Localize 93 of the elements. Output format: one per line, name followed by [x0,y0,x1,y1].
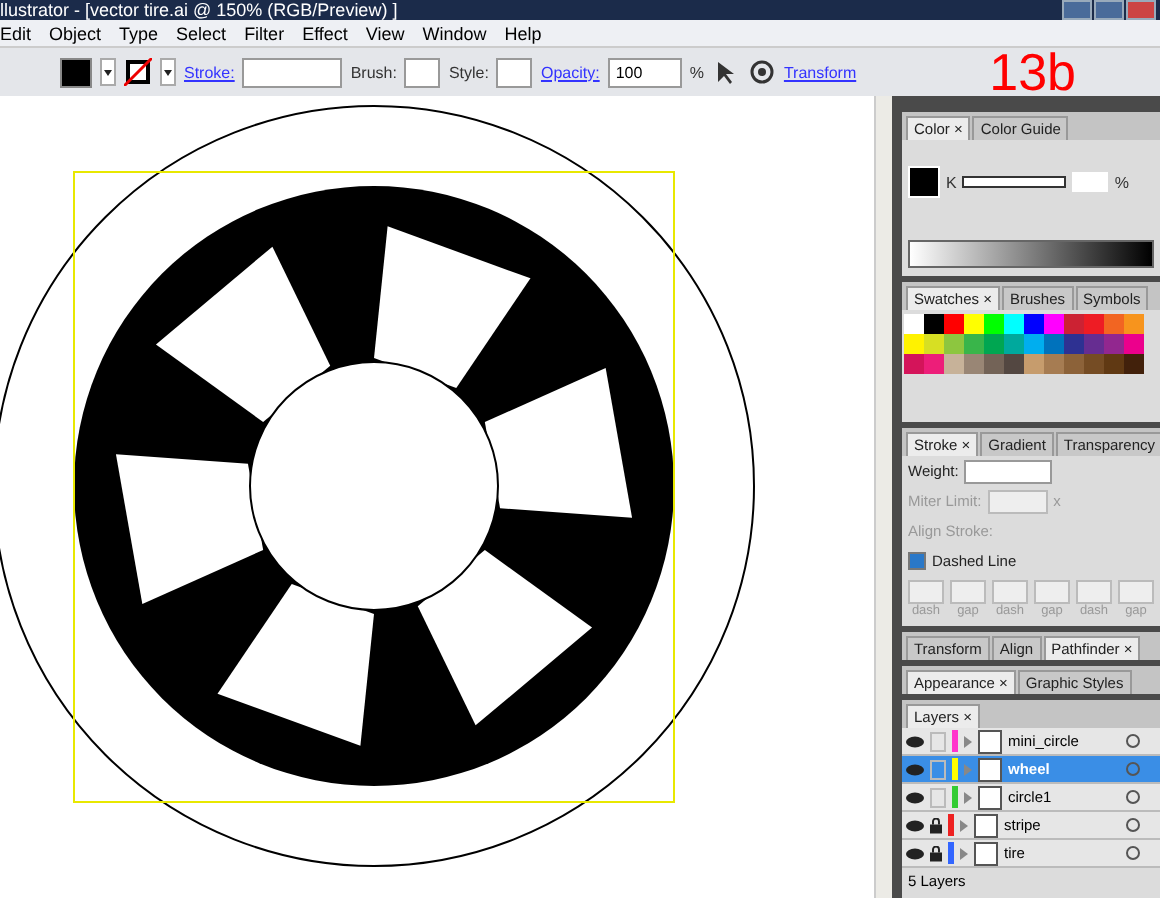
dash-field[interactable] [992,580,1028,604]
color-swatch[interactable] [904,354,924,374]
layer-thumbnail [978,785,1002,809]
color-swatch[interactable] [964,314,984,334]
target-circle[interactable] [1126,818,1140,832]
color-ramp[interactable] [908,240,1154,268]
layer-thumbnail [974,841,998,865]
lock-toggle[interactable] [930,787,946,807]
color-swatch[interactable] [1104,314,1124,334]
style-label: Style: [448,63,489,81]
stroke-swatch[interactable] [124,58,152,86]
target-icon[interactable] [747,58,776,86]
color-swatch[interactable] [924,354,944,374]
weight-field[interactable] [964,459,1053,483]
dash-field[interactable] [908,580,944,604]
lock-toggle[interactable] [930,759,946,779]
color-swatch[interactable] [1084,334,1104,354]
menu-item[interactable]: Help [504,23,542,43]
dashed-checkbox[interactable] [908,552,926,570]
color-swatch[interactable] [1124,314,1144,334]
brush-label: Brush: [350,63,397,81]
color-swatch[interactable] [1044,314,1064,334]
color-swatch[interactable] [964,334,984,354]
color-swatch[interactable] [1124,334,1144,354]
stroke-weight-field[interactable] [242,57,343,87]
dropdown-button[interactable] [160,58,176,86]
percent-label: % [1114,173,1129,191]
color-swatch[interactable] [1084,354,1104,374]
dropdown-button[interactable] [100,58,116,86]
color-swatch[interactable] [924,314,944,334]
target-circle[interactable] [1126,846,1140,860]
color-swatch[interactable] [1064,334,1084,354]
color-swatch[interactable] [904,314,924,334]
menu-item[interactable]: Filter [244,23,285,43]
color-swatch[interactable] [1044,354,1064,374]
target-circle[interactable] [1126,790,1140,804]
opacity-field[interactable]: 100 [607,57,682,87]
transform-link[interactable]: Transform [783,63,857,81]
stroke-link[interactable]: Stroke: [184,63,235,81]
lock-icon[interactable] [930,845,942,861]
menu-item[interactable]: Edit [0,23,32,43]
window-title: llustrator - [vector tire.ai @ 150% (RGB/Preview) ] [0,0,398,20]
color-swatch[interactable] [1044,334,1064,354]
menu-item[interactable]: Object [49,23,102,43]
maximize-button[interactable] [1094,0,1124,20]
color-swatch[interactable] [1024,354,1044,374]
brush-dropdown[interactable] [404,57,441,87]
lock-icon[interactable] [930,817,942,833]
color-swatch[interactable] [1004,354,1024,374]
color-swatch[interactable] [1024,334,1044,354]
dash-field[interactable] [1118,580,1154,604]
color-swatch[interactable] [1064,314,1084,334]
color-swatch[interactable] [944,314,964,334]
menu-item[interactable]: Effect [302,23,348,43]
color-swatch[interactable] [984,334,1004,354]
dash-field[interactable] [950,580,986,604]
color-swatch[interactable] [1004,334,1024,354]
percent-label: % [689,63,704,81]
color-swatch[interactable] [964,354,984,374]
scrollbar[interactable] [874,96,892,898]
menu-item[interactable]: Type [119,23,159,43]
color-swatch[interactable] [904,334,924,354]
color-swatch[interactable] [1064,354,1084,374]
menu-item[interactable]: View [365,23,405,43]
layer-thumbnail [978,729,1002,753]
color-swatch[interactable] [1004,314,1024,334]
style-dropdown[interactable] [496,57,533,87]
step-label: 13b [989,48,1076,96]
color-swatch[interactable] [1104,334,1124,354]
color-swatch[interactable] [1024,314,1044,334]
dash-field[interactable] [1076,580,1112,604]
color-swatch[interactable] [984,314,1004,334]
miter-field[interactable] [987,489,1048,513]
lock-toggle[interactable] [930,731,946,751]
color-swatch[interactable] [1084,314,1104,334]
menu-item[interactable]: Window [422,23,487,43]
dash-field[interactable] [1034,580,1070,604]
opacity-link[interactable]: Opacity: [540,63,600,81]
menu-item[interactable]: Select [176,23,227,43]
k-value-field[interactable] [1072,172,1109,192]
color-swatch[interactable] [1124,354,1144,374]
color-swatch[interactable] [1104,354,1124,374]
target-circle[interactable] [1126,734,1140,748]
minimize-button[interactable] [1062,0,1092,20]
close-button[interactable] [1126,0,1156,20]
layer-thumbnail [978,757,1002,781]
color-swatch[interactable] [944,334,964,354]
channel-label: K [946,173,957,191]
layer-thumbnail [974,813,998,837]
color-swatch[interactable] [924,334,944,354]
color-swatch[interactable] [984,354,1004,374]
color-swatch[interactable] [944,354,964,374]
fill-swatch[interactable] [60,57,92,87]
